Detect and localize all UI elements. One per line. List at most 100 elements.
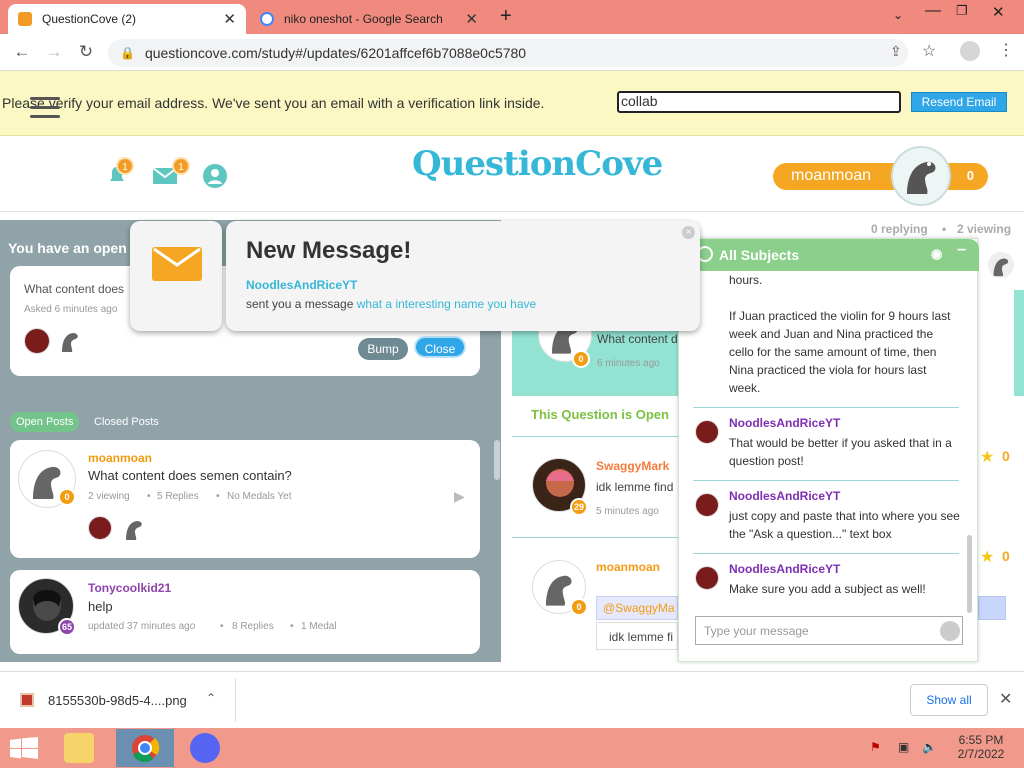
flag-icon[interactable]: ⚑ [870, 740, 881, 754]
back-arrow-icon[interactable]: ← [12, 42, 32, 62]
lock-icon: 🔒 [120, 46, 135, 60]
chrome-taskbar-button[interactable] [116, 729, 174, 767]
tab-title: QuestionCove (2) [42, 12, 137, 26]
tab-open-posts[interactable]: Open Posts [10, 412, 80, 432]
mention-bar-edge [978, 596, 1006, 620]
user-score-pill[interactable]: moanmoan 0 [773, 163, 988, 190]
medal-icon[interactable]: ★ [980, 547, 994, 567]
hide-eye-icon[interactable]: ◉ [931, 246, 942, 262]
clock[interactable]: 6:55 PM 2/7/2022 [956, 733, 1006, 761]
post-card[interactable]: 0 moanmoan What content does semen conta… [10, 440, 480, 558]
address-bar: ← → ↻ 🔒 questioncove.com/study#/updates/… [0, 34, 1024, 71]
url-text: questioncove.com/study#/updates/6201affc… [144, 45, 527, 61]
notification-body: sent you a message what a interesting na… [246, 297, 536, 311]
share-icon[interactable]: ⇪ [890, 43, 902, 60]
chat-title: All Subjects [719, 247, 800, 263]
resend-email-button[interactable]: Resend Email [911, 92, 1007, 112]
chat-avatar[interactable] [695, 420, 719, 444]
minimize-chat-icon[interactable]: − [957, 242, 966, 260]
emoji-icon[interactable] [940, 621, 960, 641]
new-tab-button[interactable]: + [500, 5, 512, 28]
participant-avatar[interactable] [24, 328, 50, 354]
volume-muted-icon[interactable]: 🔈 [922, 740, 937, 754]
notification-prefix: sent you a message [246, 297, 354, 311]
dolphin-avatar-icon[interactable] [122, 514, 146, 542]
bookmark-star-icon[interactable]: ☆ [922, 41, 936, 61]
chat-message: NoodlesAndRiceYT Make sure you add a sub… [693, 553, 959, 613]
restore-icon[interactable]: ❐ [956, 3, 968, 19]
chat-author[interactable]: NoodlesAndRiceYT [729, 489, 840, 503]
notification-close-icon[interactable]: × [682, 226, 695, 239]
notification-title: New Message! [246, 237, 412, 264]
network-icon[interactable]: ▣ [898, 740, 909, 754]
chat-text: Make sure you add a subject as well! [729, 582, 926, 596]
windows-start-icon[interactable] [10, 737, 38, 759]
participant-avatar[interactable] [88, 516, 112, 540]
reply-author[interactable]: SwaggyMark [596, 459, 669, 473]
expand-arrow-icon[interactable]: ▶ [454, 488, 465, 505]
chat-avatar[interactable] [695, 566, 719, 590]
url-field[interactable]: 🔒 questioncove.com/study#/updates/6201af… [108, 39, 908, 67]
post-title[interactable]: What content does semen contain? [88, 468, 292, 483]
chat-text: That would be better if you asked that i… [729, 436, 952, 468]
reply-text: idk lemme find [596, 480, 674, 494]
clock-date: 2/7/2022 [957, 747, 1005, 761]
post-author[interactable]: Tonycoolkid21 [88, 581, 171, 595]
close-tab-icon[interactable]: ✕ [223, 10, 236, 28]
chat-scrollbar[interactable] [967, 535, 972, 613]
questioncove-logo[interactable]: QuestionCove [412, 144, 663, 184]
clock-time: 6:55 PM [958, 733, 1004, 747]
download-options-chevron-icon[interactable]: ⌃ [206, 691, 216, 705]
mail-count-badge: 1 [172, 157, 190, 175]
header-username: moanmoan [791, 167, 872, 184]
verify-input[interactable]: collab [617, 91, 901, 113]
left-scrollbar[interactable] [494, 440, 500, 480]
notification-message-link[interactable]: what a interesting name you have [357, 297, 536, 311]
close-download-bar-icon[interactable]: ✕ [999, 689, 1012, 709]
tab-questioncove[interactable]: QuestionCove (2) ✕ [8, 4, 246, 34]
post-meta-viewing: 2 viewing [88, 491, 130, 502]
profile-icon[interactable] [960, 41, 980, 61]
notification-sender[interactable]: NoodlesAndRiceYT [246, 278, 357, 292]
post-meta-medals: 1 Medal [301, 621, 337, 632]
user-profile-icon[interactable] [203, 164, 227, 188]
forward-arrow-icon[interactable]: → [44, 42, 64, 62]
hamburger-menu-icon[interactable] [30, 97, 60, 119]
minimize-icon[interactable]: — [925, 2, 941, 20]
show-all-button[interactable]: Show all [910, 684, 988, 716]
chat-avatar[interactable] [695, 493, 719, 517]
close-tab-icon[interactable]: ✕ [465, 10, 478, 28]
viewing-count: 2 viewing [957, 222, 1012, 236]
medal-icon[interactable]: ★ [980, 447, 994, 467]
dolphin-avatar-icon[interactable] [988, 252, 1014, 278]
close-question-button[interactable]: Close [414, 336, 466, 358]
reload-icon[interactable]: ↻ [76, 42, 96, 62]
chat-author[interactable]: NoodlesAndRiceYT [729, 416, 840, 430]
dolphin-avatar-icon[interactable] [58, 326, 82, 354]
tab-search-chevron-icon[interactable]: ⌄ [893, 8, 903, 22]
reply-meta: 5 minutes ago [596, 506, 659, 517]
new-message-notification[interactable]: New Message! NoodlesAndRiceYT sent you a… [226, 221, 700, 331]
post-title[interactable]: help [88, 599, 113, 614]
file-explorer-icon[interactable] [64, 733, 94, 763]
user-avatar[interactable] [891, 146, 951, 206]
post-card[interactable]: 65 Tonycoolkid21 help updated 37 minutes… [10, 570, 480, 654]
tab-google-search[interactable]: niko oneshot - Google Search ✕ [250, 4, 488, 34]
menu-kebab-icon[interactable]: ⋮ [998, 40, 1014, 60]
bump-button[interactable]: Bump [358, 338, 408, 360]
level-badge: 0 [58, 488, 76, 506]
chat-input[interactable]: Type your message [695, 616, 963, 645]
discord-icon[interactable] [190, 733, 220, 763]
level-badge: 0 [570, 598, 588, 616]
meta-dot: • [147, 491, 151, 502]
reply-mention: @SwaggyMa [596, 596, 678, 620]
tab-closed-posts[interactable]: Closed Posts [88, 412, 165, 432]
chat-header[interactable]: All Subjects ◉ − [679, 239, 979, 271]
download-filename[interactable]: 8155530b-98d5-4....png [48, 693, 187, 708]
chat-author[interactable]: NoodlesAndRiceYT [729, 562, 840, 576]
image-file-icon [20, 693, 34, 707]
reply-author[interactable]: moanmoan [596, 560, 660, 574]
post-author[interactable]: moanmoan [88, 451, 152, 465]
question-text: What content d [597, 332, 678, 346]
window-close-icon[interactable]: ✕ [992, 3, 1005, 21]
